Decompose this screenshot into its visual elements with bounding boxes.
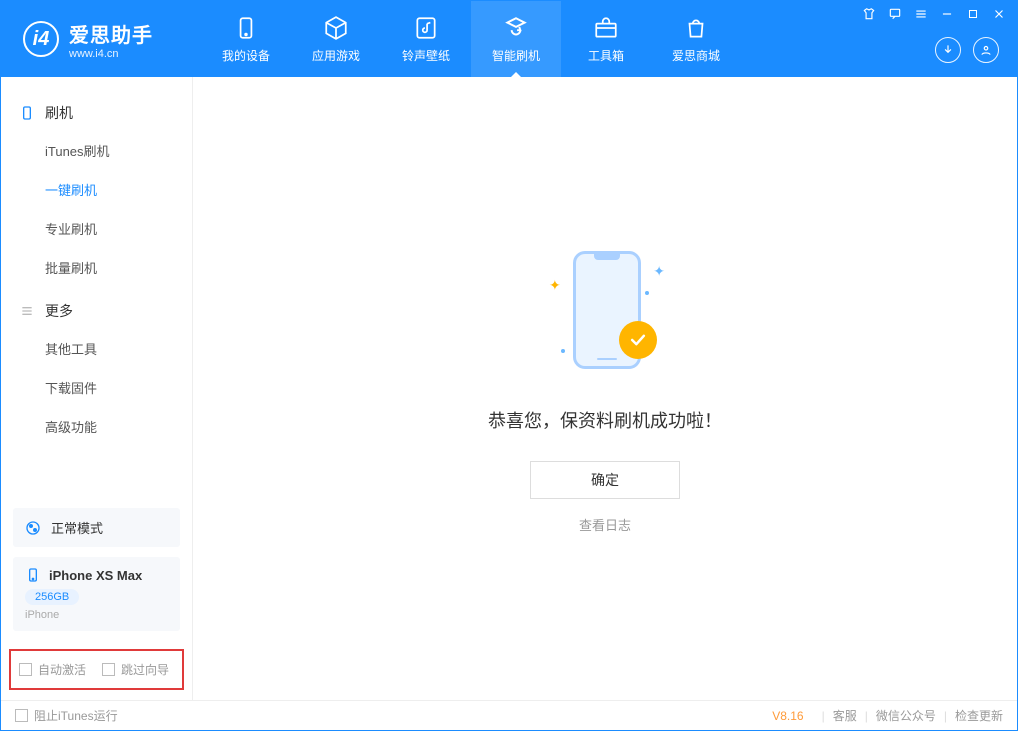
logo-text: 爱思助手 www.i4.cn [69,19,153,60]
nav-label: 铃声壁纸 [402,47,450,64]
device-mode-label: 正常模式 [51,518,103,537]
device-capacity: 256GB [25,589,79,605]
app-window: i4 爱思助手 www.i4.cn 我的设备 应用游戏 铃声壁纸 智能刷机 [0,0,1018,731]
app-title: 爱思助手 [69,19,153,48]
nav-store[interactable]: 爱思商城 [651,1,741,77]
menu-icon[interactable] [913,7,929,24]
footer-link-wechat[interactable]: 微信公众号 [876,707,936,724]
header-right-buttons [935,37,999,63]
shirt-icon[interactable] [861,7,877,24]
sidebar-status-area: 正常模式 iPhone XS Max 256GB iPhone [1,508,192,643]
device-mode-card[interactable]: 正常模式 [13,508,180,547]
device-name: iPhone XS Max [49,568,142,583]
sidebar-group-more: 更多 其他工具 下载固件 高级功能 [1,293,192,446]
sidebar-item-itunes-flash[interactable]: iTunes刷机 [1,131,192,170]
device-card[interactable]: iPhone XS Max 256GB iPhone [13,557,180,631]
sidebar-nav: 刷机 iTunes刷机 一键刷机 专业刷机 批量刷机 更多 其他工具 下载固件 … [1,77,192,508]
sidebar-item-advanced[interactable]: 高级功能 [1,407,192,446]
view-log-link[interactable]: 查看日志 [579,515,631,534]
sidebar-item-other-tools[interactable]: 其他工具 [1,329,192,368]
nav-label: 智能刷机 [492,47,540,64]
checkbox-icon [102,663,115,676]
checkbox-skip-guide[interactable]: 跳过向导 [102,661,169,678]
sidebar-item-oneclick-flash[interactable]: 一键刷机 [1,170,192,209]
window-utility-controls [861,7,1007,24]
nav-label: 我的设备 [222,47,270,64]
nav-label: 应用游戏 [312,47,360,64]
sidebar: 刷机 iTunes刷机 一键刷机 专业刷机 批量刷机 更多 其他工具 下载固件 … [1,77,193,700]
ok-button[interactable]: 确定 [530,461,680,499]
nav-label: 工具箱 [588,47,624,64]
nav-toolbox[interactable]: 工具箱 [561,1,651,77]
sync-icon [503,15,529,41]
toolbox-icon [593,15,619,41]
sidebar-item-pro-flash[interactable]: 专业刷机 [1,209,192,248]
nav-ringtone-wallpaper[interactable]: 铃声壁纸 [381,1,471,77]
logo-icon: i4 [23,21,59,57]
footer-link-support[interactable]: 客服 [833,707,857,724]
dot-icon [561,349,565,353]
sidebar-item-download-firmware[interactable]: 下载固件 [1,368,192,407]
success-illustration: ✦ ✦ [525,243,685,383]
checkbox-label: 阻止iTunes运行 [34,707,118,724]
checkbox-icon [19,663,32,676]
success-message: 恭喜您，保资料刷机成功啦！ [488,407,722,433]
nav-apps-games[interactable]: 应用游戏 [291,1,381,77]
options-highlight: 自动激活 跳过向导 [9,649,184,690]
status-icon [25,520,41,536]
top-nav: 我的设备 应用游戏 铃声壁纸 智能刷机 工具箱 爱思商城 [201,1,741,77]
nav-smart-flash[interactable]: 智能刷机 [471,1,561,77]
version-label: V8.16 [772,709,803,723]
main-content: ✦ ✦ 恭喜您，保资料刷机成功啦！ 确定 查看日志 [193,77,1017,700]
phone-icon [19,105,35,121]
sidebar-group-title: 刷机 [1,95,192,131]
download-button[interactable] [935,37,961,63]
maximize-button[interactable] [965,8,981,23]
nav-my-device[interactable]: 我的设备 [201,1,291,77]
check-badge-icon [619,321,657,359]
footer: 阻止iTunes运行 V8.16 | 客服 | 微信公众号 | 检查更新 [1,700,1017,730]
device-icon [233,15,259,41]
checkbox-label: 自动激活 [38,661,86,678]
footer-right: V8.16 | 客服 | 微信公众号 | 检查更新 [772,707,1003,724]
checkbox-auto-activate[interactable]: 自动激活 [19,661,86,678]
device-type: iPhone [25,609,168,621]
store-icon [683,15,709,41]
checkbox-icon [15,709,28,722]
feedback-icon[interactable] [887,7,903,24]
group-label: 更多 [45,301,73,321]
logo-area: i4 爱思助手 www.i4.cn [1,19,201,60]
header: i4 爱思助手 www.i4.cn 我的设备 应用游戏 铃声壁纸 智能刷机 [1,1,1017,77]
group-label: 刷机 [45,103,73,123]
checkbox-label: 跳过向导 [121,661,169,678]
sparkle-icon: ✦ [653,263,665,280]
app-subtitle: www.i4.cn [69,48,153,60]
sidebar-group-flash: 刷机 iTunes刷机 一键刷机 专业刷机 批量刷机 [1,95,192,287]
sidebar-item-batch-flash[interactable]: 批量刷机 [1,248,192,287]
nav-label: 爱思商城 [672,47,720,64]
device-name-row: iPhone XS Max [25,567,168,583]
music-icon [413,15,439,41]
user-button[interactable] [973,37,999,63]
sidebar-group-title: 更多 [1,293,192,329]
checkbox-block-itunes[interactable]: 阻止iTunes运行 [15,707,118,724]
sparkle-icon: ✦ [549,277,561,294]
close-button[interactable] [991,7,1007,24]
list-icon [19,303,35,319]
phone-icon [25,567,41,583]
footer-link-update[interactable]: 检查更新 [955,707,1003,724]
minimize-button[interactable] [939,7,955,24]
body: 刷机 iTunes刷机 一键刷机 专业刷机 批量刷机 更多 其他工具 下载固件 … [1,77,1017,700]
cube-icon [323,15,349,41]
dot-icon [645,291,649,295]
